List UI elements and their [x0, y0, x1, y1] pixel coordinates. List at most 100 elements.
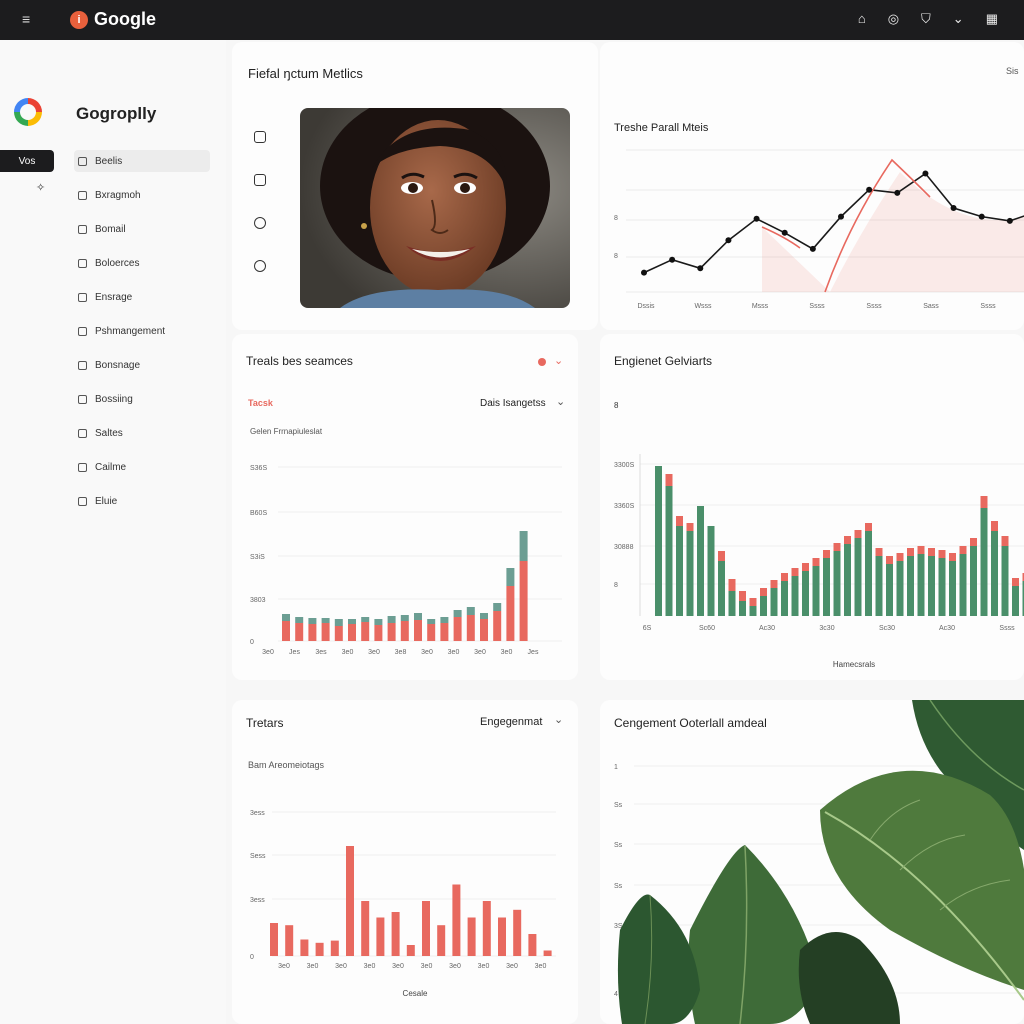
engagement-bar	[1012, 586, 1019, 616]
engagement-bar-top	[844, 536, 851, 544]
engagement-bar-top	[739, 591, 746, 601]
engagement-bar	[865, 531, 872, 616]
sidebar-item[interactable]: Bomail	[74, 218, 210, 240]
sidebar-item-icon	[78, 224, 87, 234]
traffic-bar-top	[361, 617, 370, 622]
expand-icon[interactable]: ✧	[36, 181, 45, 194]
traffic-y-tick: 3803	[250, 597, 266, 604]
sidebar-item[interactable]: Bonsnage	[74, 354, 210, 376]
shield-icon[interactable]: ⛉	[921, 11, 931, 27]
phone-icon[interactable]	[254, 174, 266, 186]
trend-point	[1006, 217, 1013, 224]
plant-leaves-image	[600, 700, 1024, 1024]
traffic-bar-top	[308, 618, 317, 624]
engagement-bar-top	[896, 553, 904, 561]
traffic-x-tick: Jes	[289, 649, 300, 656]
traffic-bar	[334, 626, 343, 641]
engagement-x-tick: Sc60	[699, 625, 715, 632]
engagement-bar-top	[980, 496, 988, 508]
sidebar-item-label: Bossiing	[95, 393, 133, 405]
sidebar-pill-button[interactable]: Vos	[0, 150, 54, 172]
tablet-icon[interactable]	[254, 131, 266, 143]
engagement-bar	[907, 556, 914, 616]
traffic-x-tick: 3e0	[474, 649, 486, 656]
engagement-bar	[760, 596, 767, 616]
engagement-bar-top	[823, 550, 830, 558]
trend-y-tick: 8	[614, 253, 618, 260]
trends-x-tick: 3e0	[278, 963, 290, 970]
trend-point	[753, 215, 760, 222]
engagement-bar	[938, 558, 946, 616]
brand[interactable]: i Google	[70, 9, 156, 30]
trend-point	[838, 213, 844, 220]
traffic-bar-top	[400, 615, 409, 621]
trends-bar	[270, 923, 278, 956]
sidebar-item-icon	[78, 428, 87, 438]
traffic-bar	[519, 561, 528, 641]
chat-icon[interactable]	[254, 217, 266, 229]
engagement-card: Engienet Gelviarts 8 3300S 3360S 30888 8 6S Sc…	[600, 334, 1024, 680]
engagement-bar-top	[1012, 578, 1019, 586]
traffic-bar-top	[414, 613, 422, 620]
trends-bar	[300, 939, 309, 956]
trends-x-label: Cesale	[403, 989, 428, 998]
sidebar-item-label: Beelis	[95, 155, 123, 167]
traffic-bar	[506, 586, 515, 641]
camera-icon[interactable]: ⌂	[858, 11, 866, 27]
trend-x-tick: Sass	[923, 303, 939, 310]
sidebar-item[interactable]: Pshmangement	[74, 320, 210, 342]
traffic-card: Treals bes seamces ⌄ Tacsk Dais Isangets…	[232, 334, 578, 680]
trends-x-tick: 3e0	[307, 963, 319, 970]
engagement-bar-top	[749, 598, 757, 606]
page-title: Fiefal ŋctum Metlics	[248, 66, 363, 81]
sidebar-item[interactable]: Cailme	[74, 456, 210, 478]
engagement-bar-top	[854, 530, 862, 538]
engagement-bar	[707, 526, 715, 616]
trend-point	[894, 189, 901, 196]
sidebar-item[interactable]: Eluie	[74, 490, 210, 512]
trends-bar	[467, 917, 476, 956]
sidebar-item[interactable]: Bxragmoh	[74, 184, 210, 206]
engagement-bar-top	[949, 553, 956, 561]
traffic-bar	[282, 621, 290, 641]
engagement-x-tick: Ssss	[999, 625, 1015, 632]
trends-card: Tretars Engegenmat ⌄ Bam Areomeiotags 3e…	[232, 700, 578, 1024]
traffic-bar	[387, 623, 396, 641]
traffic-x-tick: 3e0	[262, 649, 274, 656]
engagement-bar	[781, 581, 788, 616]
engagement-bar	[928, 556, 935, 616]
sidebar-item[interactable]: Ensrage	[74, 286, 210, 308]
sidebar-item-label: Boloerces	[95, 257, 140, 269]
trends-bar	[346, 846, 354, 956]
engagement-bar	[833, 551, 841, 616]
trend-point	[978, 213, 985, 220]
engagement-bar-top	[728, 579, 736, 591]
traffic-y-tick: S36S	[250, 465, 267, 472]
sidebar-item-label: Saltes	[95, 427, 123, 439]
target-icon[interactable]: ◎	[888, 11, 899, 27]
menu-icon[interactable]: ≡	[22, 11, 30, 27]
trends-bar	[285, 925, 294, 956]
traffic-bar-top	[295, 617, 304, 623]
sidebar-item[interactable]: Beelis	[74, 150, 210, 172]
grid-icon[interactable]: ▦	[986, 11, 998, 27]
trends-bar	[391, 912, 400, 956]
engagement-x-tick: 3c30	[819, 625, 834, 632]
sidebar-item[interactable]: Saltes	[74, 422, 210, 444]
traffic-x-tick: 3e0	[368, 649, 380, 656]
google-logo-icon	[14, 98, 42, 126]
traffic-bar-top	[453, 610, 462, 617]
trend-point	[809, 245, 816, 252]
trends-bar	[361, 901, 370, 956]
trends-y-tick: 0	[250, 954, 254, 961]
engagement-bar-top	[802, 563, 809, 571]
traffic-bar-top	[440, 617, 449, 623]
chevron-down-icon[interactable]: ⌄	[953, 11, 964, 27]
refresh-icon[interactable]	[254, 260, 266, 272]
trend-x-tick: Dssis	[637, 303, 655, 310]
sidebar-item[interactable]: Bossiing	[74, 388, 210, 410]
traffic-x-tick: 3e0	[448, 649, 460, 656]
sidebar-item[interactable]: Boloerces	[74, 252, 210, 274]
trends-bar	[406, 945, 415, 956]
engagement-bar	[739, 601, 746, 616]
